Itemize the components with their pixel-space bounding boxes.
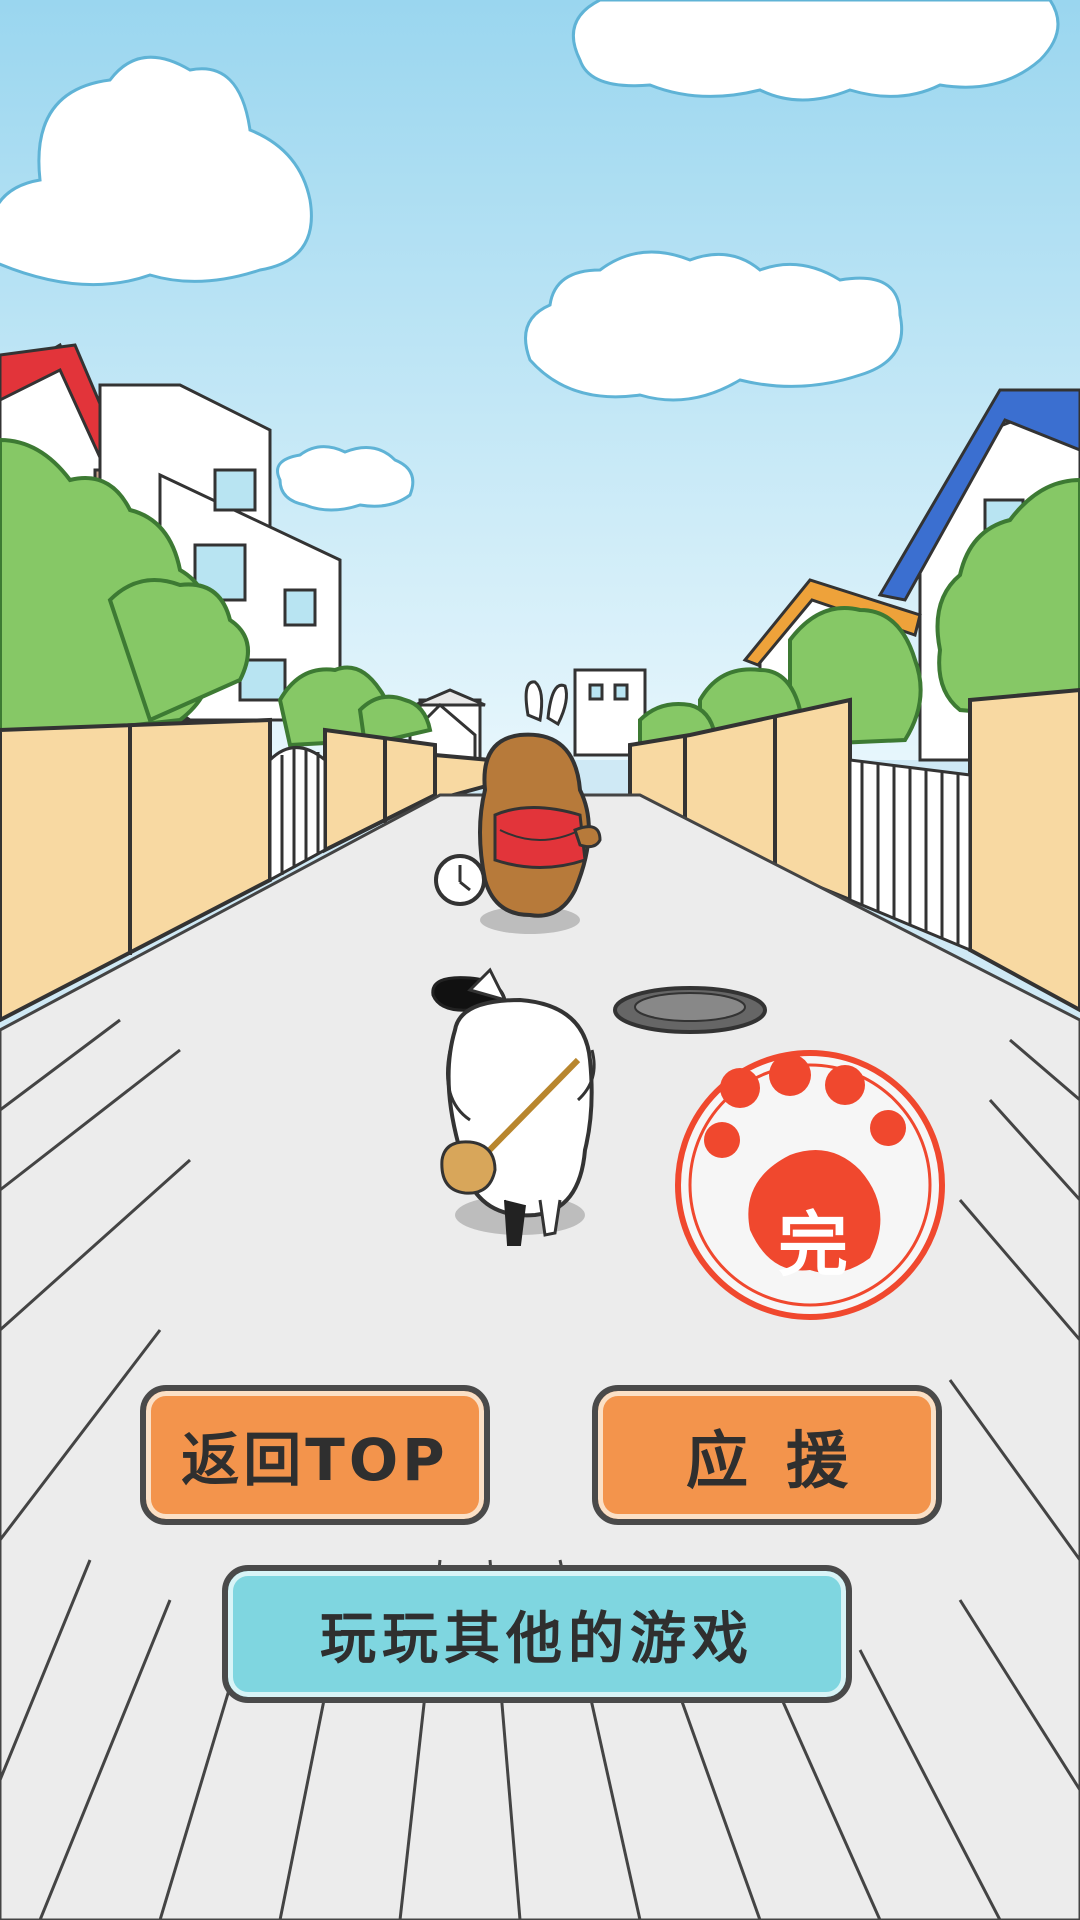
cheer-label: 应援 (685, 1424, 886, 1497)
back-to-top-label: 返回TOP (181, 1426, 449, 1494)
cheer-button[interactable]: 应援 (592, 1385, 942, 1525)
game-screen: 完 返回TOP 应援 玩玩其他的游戏 (0, 0, 1080, 1920)
back-to-top-button[interactable]: 返回TOP (140, 1385, 490, 1525)
cloud-small (276, 445, 415, 512)
play-other-games-label: 玩玩其他的游戏 (320, 1606, 754, 1672)
cloud-top-right (571, 0, 1060, 102)
road (0, 793, 1080, 1920)
stamp-complete-label: 完 (778, 1204, 848, 1286)
play-other-games-button[interactable]: 玩玩其他的游戏 (222, 1565, 852, 1703)
manhole (613, 986, 767, 1034)
